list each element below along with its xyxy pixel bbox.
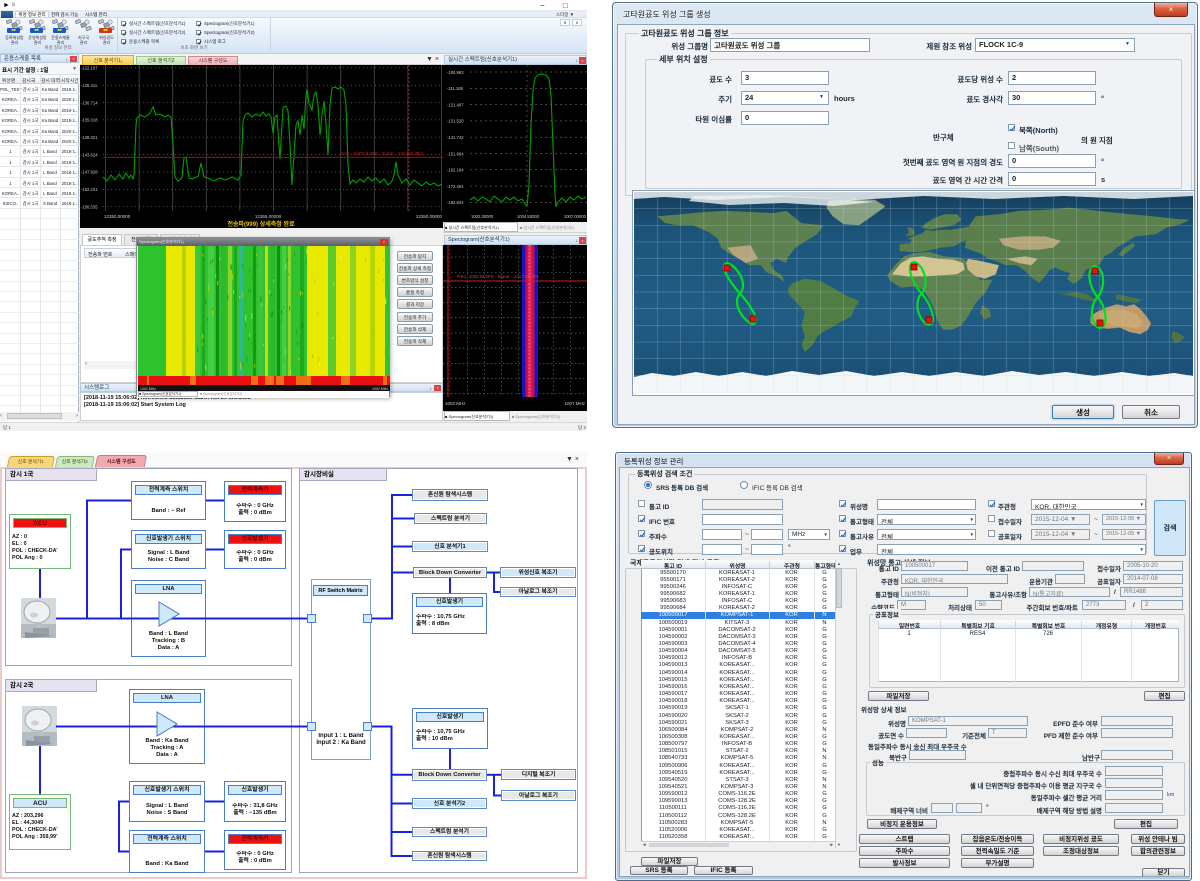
svg-text:-182.624: -182.624 xyxy=(447,200,464,205)
svg-text:1007 MHz: 1007 MHz xyxy=(564,401,585,406)
svg-text:-130.714: -130.714 xyxy=(81,100,98,105)
svg-text:1004.50000: 1004.50000 xyxy=(517,214,540,219)
svg-text:-151.964: -151.964 xyxy=(447,151,464,156)
svg-text:-147.928: -147.928 xyxy=(81,170,98,175)
svg-text:-162.184: -162.184 xyxy=(447,168,464,173)
svg-text:1007.00000: 1007.00000 xyxy=(564,214,587,219)
svg-text:전송파(999) 상세측정 완료: 전송파(999) 상세측정 완료 xyxy=(227,220,295,228)
svg-text:Freq : 12376.9 MHz , Signal :: Freq : 12376.9 MHz , Signal : -140.633 d… xyxy=(341,151,423,156)
svg-text:-143.624: -143.624 xyxy=(81,152,98,157)
svg-text:12380.00000: 12380.00000 xyxy=(416,214,443,219)
svg-text:-141.742: -141.742 xyxy=(447,135,464,140)
svg-text:-156.535: -156.535 xyxy=(81,204,98,209)
svg-text:-135.018: -135.018 xyxy=(81,118,98,123)
svg-text:-121.407: -121.407 xyxy=(447,102,464,107)
svg-text:-139.321: -139.321 xyxy=(81,135,98,140)
svg-text:-172.404: -172.404 xyxy=(447,184,464,189)
svg-text:12365.00000: 12365.00000 xyxy=(255,214,282,219)
svg-text:-111.185: -111.185 xyxy=(447,86,464,91)
svg-text:Freq : 1002.50 MHz , Signal :: Freq : 1002.50 MHz , Signal : -134.722 d… xyxy=(457,274,539,279)
svg-text:1002.00000: 1002.00000 xyxy=(471,214,494,219)
svg-text:-126.411: -126.411 xyxy=(81,83,98,88)
svg-text:1002 MHz: 1002 MHz xyxy=(445,401,466,406)
svg-text:-131.520: -131.520 xyxy=(447,119,464,124)
svg-text:12350.00000: 12350.00000 xyxy=(104,214,131,219)
svg-text:-152.231: -152.231 xyxy=(81,187,98,192)
svg-text:-122.107: -122.107 xyxy=(81,66,98,71)
svg-text:-100.963: -100.963 xyxy=(447,70,464,75)
